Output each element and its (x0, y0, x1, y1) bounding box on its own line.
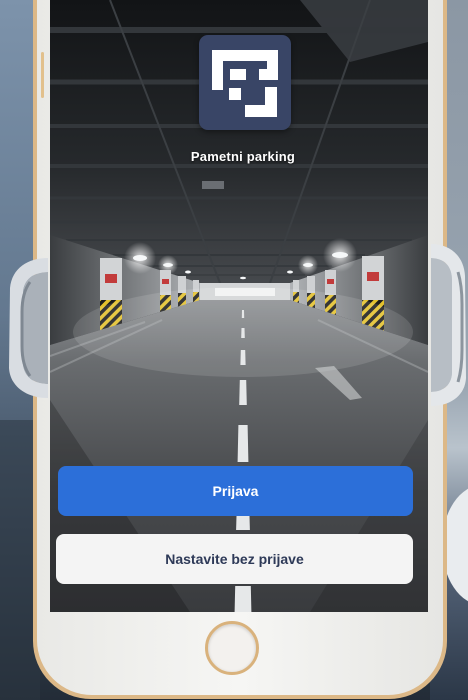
login-button-label: Prijava (212, 483, 259, 499)
parking-logo-glyph (212, 50, 278, 117)
app-title: Pametni parking (190, 149, 296, 164)
continue-without-login-button[interactable]: Nastavite bez prijave (56, 534, 413, 584)
pillar-sign (105, 274, 117, 283)
ceiling-box (202, 181, 224, 189)
continue-without-login-label: Nastavite bez prijave (165, 551, 304, 567)
parking-logo-icon (199, 35, 291, 130)
pillar-sign (327, 279, 334, 284)
phone-volume-button (41, 52, 44, 98)
pillar-sign (162, 279, 169, 284)
pillar-sign (367, 272, 379, 281)
login-button[interactable]: Prijava (58, 466, 413, 516)
phone-screen: Pametni parking Prijava Nastavite bez pr… (50, 0, 428, 612)
home-button-icon[interactable] (205, 621, 259, 675)
right-mount-arm-inner (431, 258, 452, 392)
